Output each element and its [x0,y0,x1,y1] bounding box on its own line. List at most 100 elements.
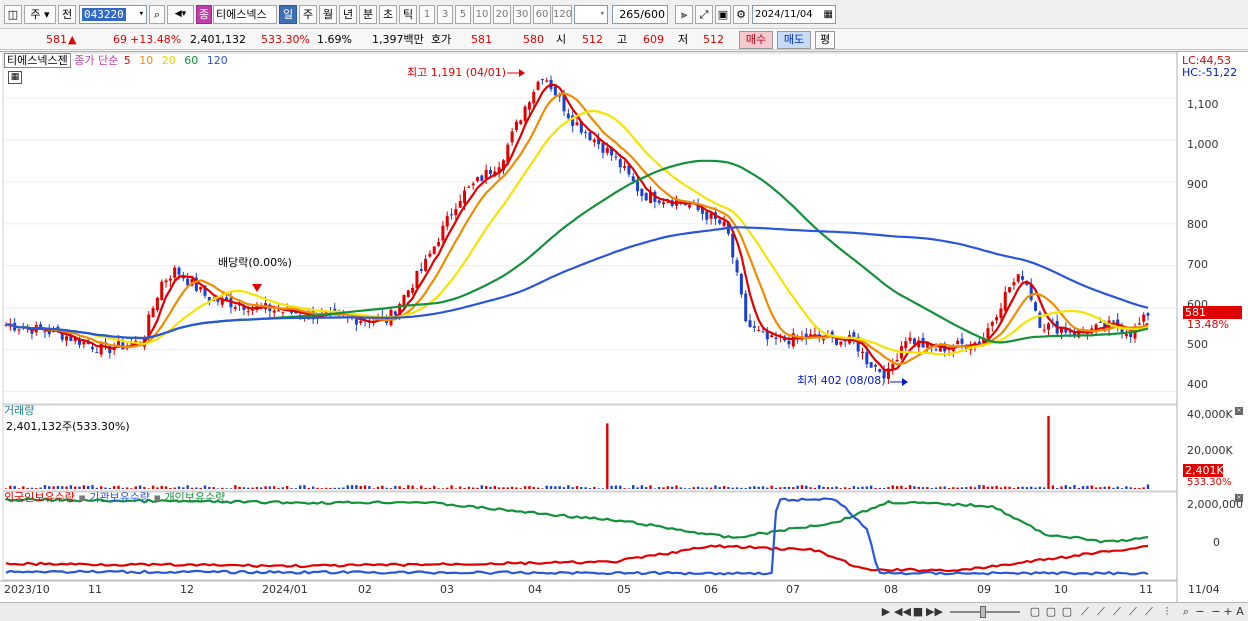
zoom-search-icon[interactable]: ⌕ [1180,605,1192,619]
volume-bar [134,486,137,489]
candle-body [869,362,873,368]
zoom-in-icon[interactable]: + [1222,605,1234,619]
buy-button[interactable]: 매수 [739,31,773,49]
volume-panel-close-icon[interactable]: × [1235,407,1243,415]
interval-1-button[interactable]: 1 [419,5,435,24]
stock-code-input[interactable]: 043220 ▾ [79,5,147,24]
zoom-out-icon[interactable]: − [1194,605,1206,619]
draw-line-icon[interactable]: ⟋ [1078,605,1092,619]
custom-interval-input[interactable]: ▾ [574,5,608,24]
volume-bar [1012,488,1016,489]
period-month-button[interactable]: 월 [319,5,337,24]
calendar-icon[interactable]: ▦ [824,6,833,23]
volume-bar [995,485,998,489]
period-day-button[interactable]: 일 [279,5,297,24]
zoom-window-icon[interactable]: ▢ [1044,605,1058,619]
zoom-out-icon[interactable]: − [1210,605,1222,619]
volume-bar [30,487,34,489]
calculator-icon[interactable]: ▦ [8,71,22,84]
volume-bar [476,487,479,489]
candle-body [168,278,172,281]
zoom-window-icon[interactable]: ▢ [1028,605,1042,619]
draw-line-icon[interactable]: ⟋ [1142,605,1156,619]
candle-body [1016,274,1020,282]
candle-body [419,268,423,271]
sell-button[interactable]: 매도 [777,31,811,49]
volume-bar [346,485,349,489]
period-second-button[interactable]: 초 [379,5,397,24]
volume-bar [619,485,622,489]
draw-line-icon[interactable]: ⟋ [1110,605,1124,619]
volume-bar [653,488,657,489]
draw-line-icon[interactable]: ⟋ [1126,605,1140,619]
stop-icon[interactable]: ■ [912,605,924,619]
slider-thumb[interactable] [980,606,986,618]
bar-count-input[interactable]: 265/600 [612,5,668,24]
volume-bar [203,485,207,489]
volume-bar [645,487,648,489]
low-price: 512 [703,33,724,46]
candle-body [532,91,536,104]
candle-body [246,311,250,313]
candle-body [584,132,588,134]
volume-bar [519,488,522,489]
stock-name-legend[interactable]: 티에스넥스젠 [4,53,71,68]
draw-tool-icon[interactable]: ⤢ [695,5,713,24]
volume-bar [333,487,336,489]
chevron-down-icon[interactable]: ▾ [139,6,144,23]
volume-bar [437,488,440,489]
volume-panel-frame [2,404,1178,492]
settings-icon[interactable]: ⚙ [733,5,749,24]
interval-20-button[interactable]: 20 [493,5,511,24]
play-icon[interactable]: ▶ [880,605,892,619]
volume-bar [939,486,942,489]
period-week-button[interactable]: 주 [299,5,317,24]
volume-bar [298,485,302,489]
scroll-slider[interactable] [950,605,1020,619]
volume-bar [493,485,497,489]
volume-bar [1142,487,1145,489]
chevron-down-icon[interactable]: ▾ [600,6,605,23]
period-type-select[interactable]: 주 ▾ [24,5,56,24]
volume-bar [1103,486,1106,489]
zoom-window-icon[interactable]: ▢ [1060,605,1074,619]
draw-line-icon[interactable]: ⟋ [1094,605,1108,619]
candle-body [575,122,579,125]
chart-type-icon[interactable]: ⫶ [1160,605,1174,619]
rewind-icon[interactable]: ◀◀ [894,605,911,619]
fast-forward-icon[interactable]: ▶▶ [926,605,943,619]
volume-bar [264,486,267,489]
save-icon[interactable]: ▣ [715,5,731,24]
window-menu-icon[interactable]: ◫ [4,5,22,24]
candle-body [428,253,432,257]
date-input[interactable]: 2024/11/04 ▦ [752,5,836,24]
avg-price-button[interactable]: 평 [815,31,835,49]
x-axis-label: 03 [440,583,454,596]
interval-5-button[interactable]: 5 [455,5,471,24]
period-year-button[interactable]: 년 [339,5,357,24]
speaker-icon[interactable]: ◀▾ [167,5,194,24]
volume-bar [627,488,631,489]
volume-bar [757,486,760,489]
period-tick-button[interactable]: 틱 [399,5,417,24]
candle-body [432,246,436,254]
candle-body [904,341,908,349]
interval-60-button[interactable]: 60 [533,5,551,24]
interval-10-button[interactable]: 10 [473,5,491,24]
period-minute-button[interactable]: 분 [359,5,377,24]
chart-area[interactable]: 2023/10 11 12 2024/01 02 03 04 05 06 07 … [0,51,1248,603]
prev-button[interactable]: 전 [58,5,76,24]
holding-panel-close-icon[interactable]: × [1235,494,1243,502]
candle-body [1111,320,1115,322]
auto-scale-icon[interactable]: A [1234,605,1246,619]
candle-body [437,242,441,246]
volume-bar [433,485,436,489]
search-icon[interactable]: ⌕ [149,5,165,24]
volume-bar [567,485,570,489]
volume-bar [411,485,414,489]
interval-120-button[interactable]: 120 [552,5,572,24]
volume-bar [195,487,198,489]
chart-type-icon[interactable]: ⫸ [675,5,693,24]
interval-30-button[interactable]: 30 [513,5,531,24]
interval-3-button[interactable]: 3 [437,5,453,24]
